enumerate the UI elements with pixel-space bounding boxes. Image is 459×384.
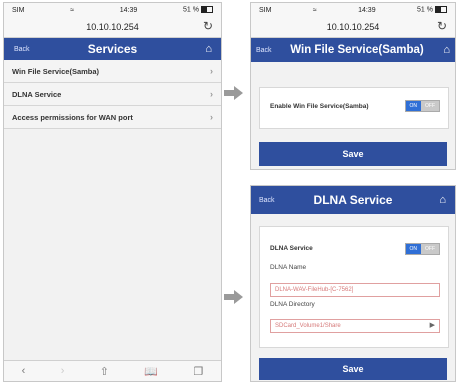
phone-services: SIM ≈ 14:39 51 % 10.10.10.254 ↻ Back Ser…	[3, 2, 222, 382]
carrier-label: SIM	[259, 6, 272, 14]
toggle-off[interactable]: OFF	[421, 244, 439, 254]
reload-icon[interactable]: ↻	[437, 19, 447, 33]
address-bar[interactable]: 10.10.10.254 ↻	[251, 17, 455, 38]
toggle-on[interactable]: ON	[405, 244, 421, 254]
list-item-label: DLNA Service	[12, 89, 62, 99]
toggle-off[interactable]: OFF	[421, 101, 439, 111]
page-title: DLNA Service	[313, 193, 393, 207]
save-button[interactable]: Save	[259, 142, 447, 166]
bookmarks-icon[interactable]: 📖	[144, 365, 158, 378]
list-item-samba[interactable]: Win File Service(Samba) ›	[4, 60, 221, 83]
dlna-directory-select[interactable]: SDCard_Volume1/Share ▶	[270, 319, 440, 333]
reload-icon[interactable]: ↻	[203, 19, 213, 33]
nav-bar: Back Services ⌂	[4, 38, 221, 60]
back-button[interactable]: Back	[14, 46, 30, 53]
back-arrow-icon[interactable]: ‹	[22, 365, 26, 377]
list-item-wan-access[interactable]: Access permissions for WAN port ›	[4, 106, 221, 129]
carrier-label: SIM	[12, 6, 25, 14]
battery-icon	[434, 6, 447, 14]
url-text: 10.10.10.254	[86, 22, 139, 32]
dlna-directory-label: DLNA Directory	[270, 301, 315, 308]
status-bar: SIM ≈ 14:39 51 %	[4, 3, 221, 17]
dlna-name-input[interactable]: DLNA-WAV-FileHub-[C-7562]	[270, 283, 440, 297]
status-bar: SIM ≈ 14:39 51 %	[251, 3, 455, 17]
dlna-name-label: DLNA Name	[270, 264, 307, 271]
enable-samba-label: Enable Win File Service(Samba)	[270, 103, 369, 110]
forward-arrow-icon[interactable]: ›	[61, 365, 65, 377]
samba-settings-card: Enable Win File Service(Samba) ON OFF	[259, 87, 449, 129]
dlna-service-label: DLNA Service	[270, 245, 313, 252]
share-icon[interactable]: ⇧	[100, 365, 109, 378]
dlna-settings-card: DLNA Service ON OFF DLNA Name DLNA-WAV-F…	[259, 226, 449, 348]
battery-icon	[201, 6, 213, 14]
right-arrow-icon	[224, 290, 243, 304]
right-arrow-icon	[224, 86, 243, 100]
back-button[interactable]: Back	[256, 47, 272, 54]
address-bar[interactable]: 10.10.10.254 ↻	[4, 17, 221, 38]
home-icon[interactable]: ⌂	[439, 194, 446, 206]
time-label: 14:39	[119, 6, 138, 14]
phone-dlna: Back DLNA Service ⌂ DLNA Service ON OFF …	[250, 185, 456, 382]
url-text: 10.10.10.254	[326, 22, 380, 32]
samba-toggle[interactable]: ON OFF	[404, 100, 440, 112]
battery-indicator: 51 %	[417, 6, 447, 14]
services-list: Win File Service(Samba) › DLNA Service ›…	[4, 60, 221, 129]
chevron-right-icon: ›	[210, 66, 213, 76]
battery-indicator: 51 %	[183, 6, 213, 14]
home-icon[interactable]: ⌂	[443, 44, 450, 56]
wifi-icon: ≈	[312, 6, 317, 14]
list-item-dlna[interactable]: DLNA Service ›	[4, 83, 221, 106]
dlna-directory-value: SDCard_Volume1/Share	[275, 323, 341, 329]
wifi-icon: ≈	[70, 6, 75, 14]
page-title: Services	[87, 42, 138, 56]
chevron-right-icon: ›	[210, 112, 213, 122]
dlna-toggle[interactable]: ON OFF	[404, 243, 440, 255]
nav-bar: Back DLNA Service ⌂	[251, 186, 455, 214]
tabs-icon[interactable]: ❐	[193, 365, 203, 378]
home-icon[interactable]: ⌂	[205, 43, 212, 55]
list-item-label: Win File Service(Samba)	[12, 66, 100, 76]
list-item-label: Access permissions for WAN port	[12, 112, 133, 122]
browser-toolbar: ‹ › ⇧ 📖 ❐	[4, 360, 221, 381]
play-arrow-icon[interactable]: ▶	[430, 320, 435, 332]
page-title: Win File Service(Samba)	[290, 44, 424, 56]
phone-samba: SIM ≈ 14:39 51 % 10.10.10.254 ↻ Back Win…	[250, 2, 456, 170]
back-button[interactable]: Back	[259, 197, 275, 204]
nav-bar: Back Win File Service(Samba) ⌂	[251, 38, 455, 62]
time-label: 14:39	[358, 6, 376, 14]
toggle-on[interactable]: ON	[405, 101, 421, 111]
chevron-right-icon: ›	[210, 89, 213, 99]
save-button[interactable]: Save	[259, 358, 447, 380]
